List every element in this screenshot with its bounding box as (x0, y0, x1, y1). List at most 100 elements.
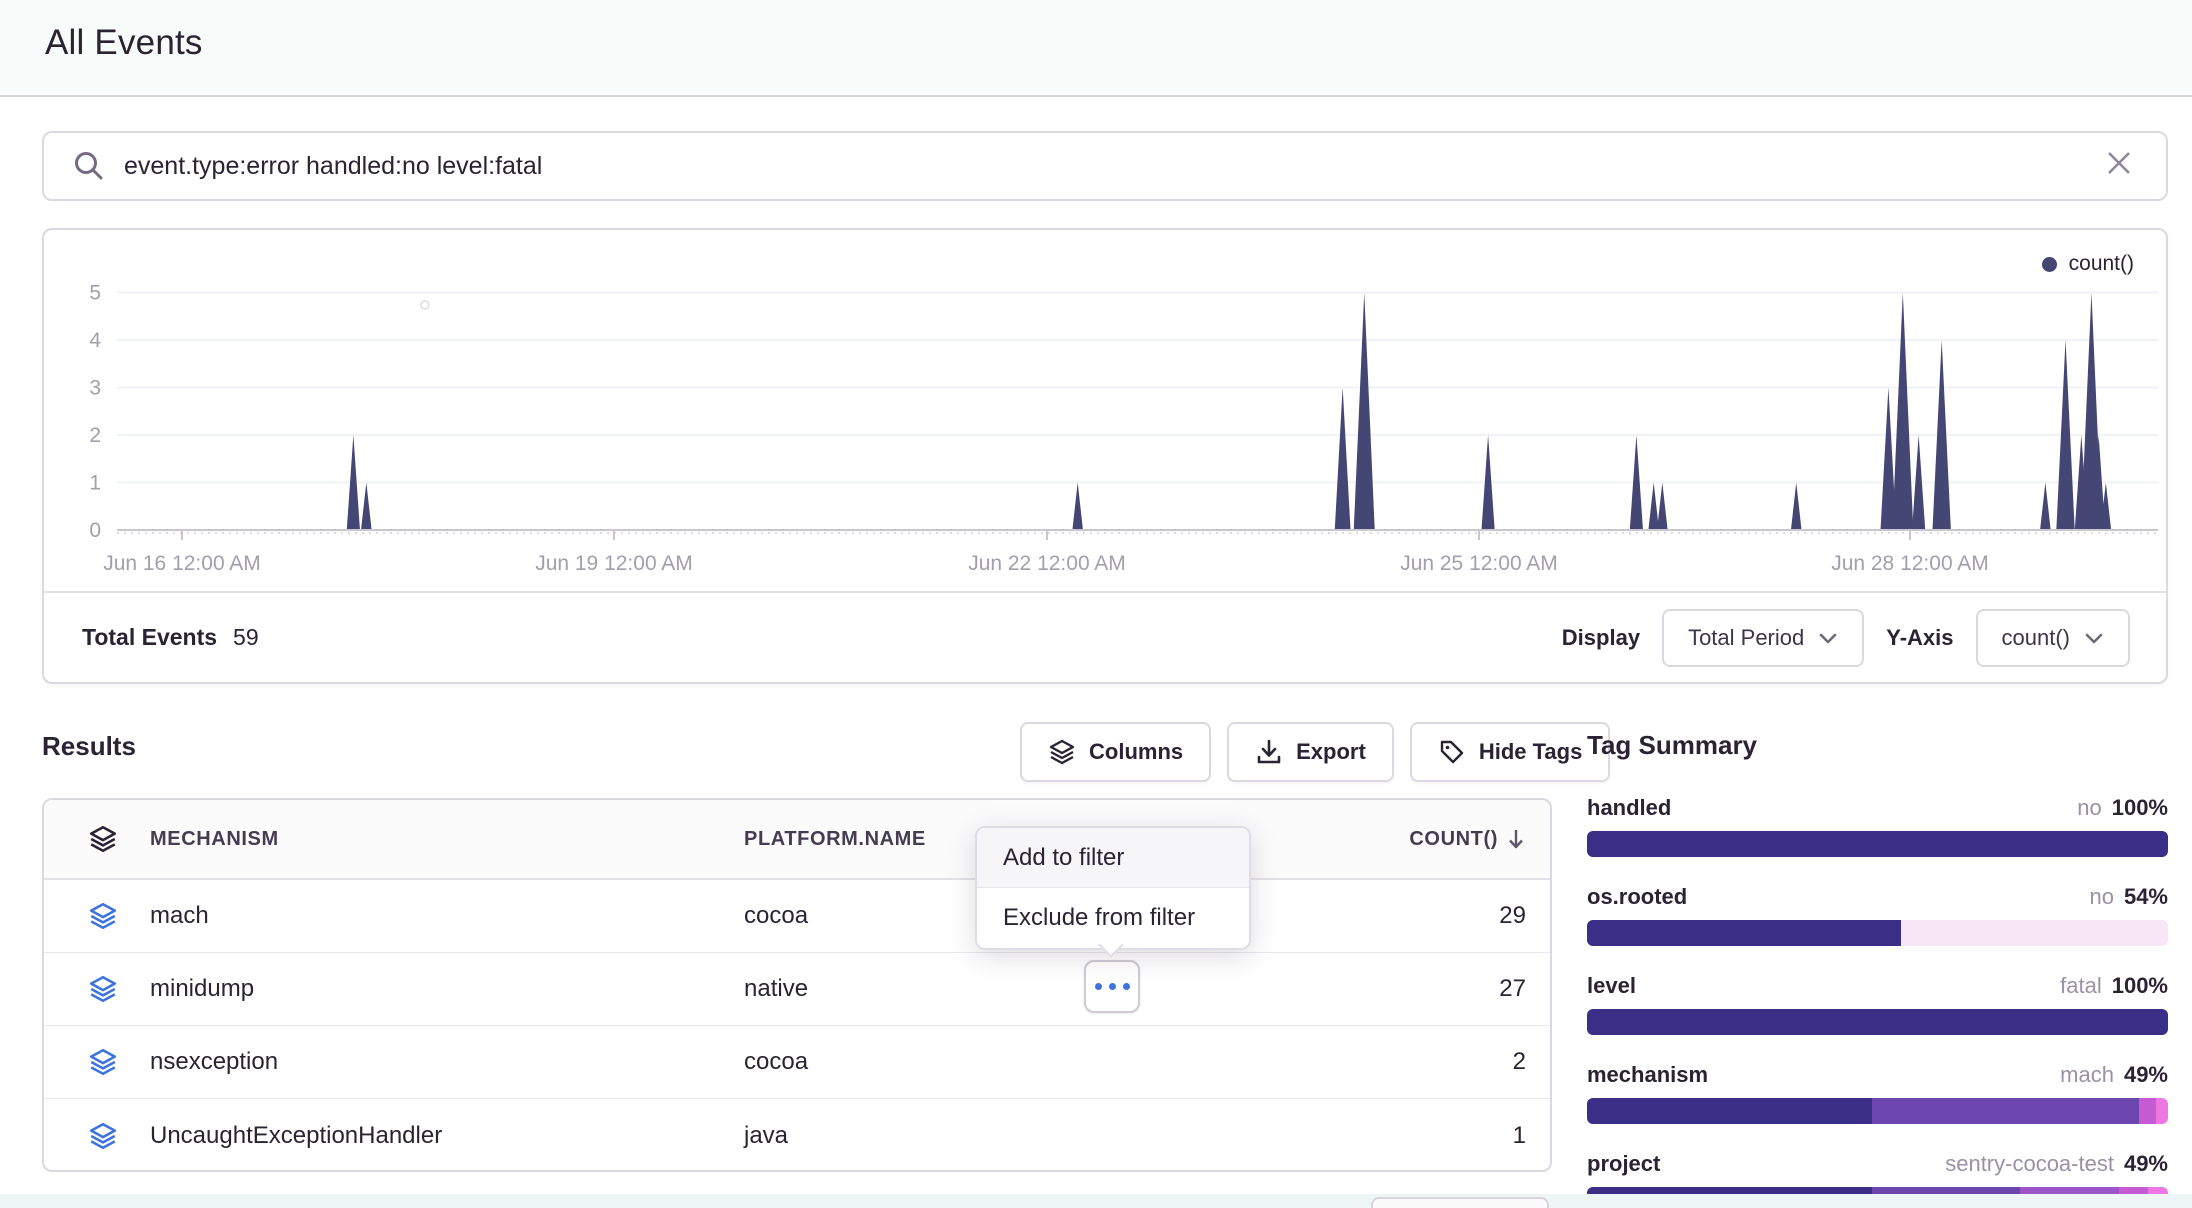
layers-icon (88, 901, 150, 931)
layers-icon (88, 1047, 150, 1077)
search-input[interactable]: event.type:error handled:no level:fatal (124, 152, 2100, 181)
sort-desc-icon (1506, 827, 1526, 851)
cell-count[interactable]: 29 (1376, 902, 1526, 930)
cell-mechanism[interactable]: UncaughtExceptionHandler (150, 1122, 744, 1150)
results-heading: Results (42, 731, 136, 762)
column-header-count[interactable]: COUNT() (1376, 827, 1526, 851)
columns-button[interactable]: Columns (1020, 722, 1211, 782)
svg-text:Jun 25 12:00 AM: Jun 25 12:00 AM (1400, 552, 1558, 575)
results-table: MECHANISM PLATFORM.NAME COUNT() mach coc… (42, 798, 1552, 1172)
tag-name: level (1587, 973, 1636, 999)
svg-text:Jun 19 12:00 AM: Jun 19 12:00 AM (535, 552, 693, 575)
tag-bar-segment[interactable] (1587, 831, 2168, 857)
menu-item-add-to-filter[interactable]: Add to filter (977, 828, 1249, 888)
cell-count[interactable]: 2 (1376, 1048, 1526, 1076)
layers-icon (1048, 738, 1076, 766)
all-events-page: All Events event.type:error handled:no l… (0, 0, 2192, 1208)
yaxis-dropdown[interactable]: count() (1976, 609, 2130, 667)
tag-top-value: no (2089, 884, 2113, 910)
table-row[interactable]: nsexception cocoa 2 (44, 1026, 1550, 1099)
svg-text:2: 2 (89, 424, 101, 447)
tag-summary-heading: Tag Summary (1587, 730, 2168, 761)
tag-summary-panel: Tag Summary handled no 100% os.rooted no… (1587, 730, 2168, 1208)
events-chart-panel: 012345Jun 16 12:00 AMJun 19 12:00 AMJun … (42, 228, 2168, 684)
download-icon (1255, 738, 1283, 766)
columns-button-label: Columns (1089, 739, 1183, 765)
total-events-value: 59 (233, 624, 259, 651)
cell-platform[interactable]: native (744, 975, 1376, 1003)
chart-controls: Display Total Period Y-Axis count() (1562, 609, 2130, 667)
cell-platform[interactable]: cocoa (744, 1048, 1376, 1076)
svg-text:Jun 16 12:00 AM: Jun 16 12:00 AM (103, 552, 261, 575)
tag-top-percent: 49% (2124, 1062, 2168, 1088)
cell-context-menu: Add to filter Exclude from filter (975, 826, 1251, 950)
svg-text:Jun 28 12:00 AM: Jun 28 12:00 AM (1831, 552, 1989, 575)
yaxis-label: Y-Axis (1886, 625, 1953, 651)
tag-bar-segment[interactable] (1872, 1098, 2139, 1124)
cell-actions-button[interactable] (1084, 960, 1140, 1013)
tag-name: project (1587, 1151, 1660, 1177)
table-row[interactable]: mach cocoa 29 (44, 880, 1550, 953)
cell-mechanism[interactable]: nsexception (150, 1048, 744, 1076)
display-dropdown-value: Total Period (1688, 625, 1804, 651)
svg-text:1: 1 (89, 472, 101, 495)
tag-item-level: level fatal 100% (1587, 973, 2168, 1035)
tag-name: mechanism (1587, 1062, 1708, 1088)
tag-bar-segment[interactable] (2139, 1098, 2156, 1124)
tag-distribution-bar[interactable] (1587, 1098, 2168, 1124)
cell-platform[interactable]: java (744, 1122, 1376, 1150)
tag-bar-segment[interactable] (1587, 1098, 1872, 1124)
hide-tags-button[interactable]: Hide Tags (1410, 722, 1611, 782)
hide-tags-button-label: Hide Tags (1479, 739, 1583, 765)
tag-distribution-bar[interactable] (1587, 920, 2168, 946)
cell-mechanism[interactable]: mach (150, 902, 744, 930)
layers-icon (88, 974, 150, 1004)
total-events-label: Total Events (82, 624, 217, 651)
svg-text:0: 0 (89, 519, 101, 542)
tag-top-value: fatal (2060, 973, 2102, 999)
stray-point-marker (420, 300, 430, 310)
tag-bar-segment[interactable] (1587, 1009, 2168, 1035)
export-button[interactable]: Export (1227, 722, 1394, 782)
tag-item-os-rooted: os.rooted no 54% (1587, 884, 2168, 946)
tag-name: handled (1587, 795, 1671, 821)
tag-item-handled: handled no 100% (1587, 795, 2168, 857)
tag-top-value: no (2077, 795, 2101, 821)
tag-distribution-bar[interactable] (1587, 1009, 2168, 1035)
page-title: All Events (45, 23, 203, 63)
cell-count[interactable]: 27 (1376, 975, 1526, 1003)
tag-top-value: mach (2060, 1062, 2114, 1088)
tag-bar-segment[interactable] (1901, 920, 2168, 946)
chart-footer: Total Events 59 Display Total Period Y-A… (44, 591, 2166, 682)
tag-name: os.rooted (1587, 884, 1687, 910)
svg-text:5: 5 (89, 282, 101, 305)
svg-text:Jun 22 12:00 AM: Jun 22 12:00 AM (968, 552, 1126, 575)
legend-label: count() (2069, 252, 2134, 276)
search-clear-icon[interactable] (2100, 146, 2138, 186)
page-header: All Events (0, 0, 2192, 97)
pagination-button[interactable] (1371, 1197, 1549, 1208)
tag-top-percent: 100% (2112, 973, 2168, 999)
search-bar[interactable]: event.type:error handled:no level:fatal (42, 131, 2168, 201)
tag-top-percent: 49% (2124, 1151, 2168, 1177)
ellipsis-icon (1109, 983, 1116, 990)
tag-top-percent: 100% (2112, 795, 2168, 821)
tag-bar-segment[interactable] (2156, 1098, 2168, 1124)
tag-distribution-bar[interactable] (1587, 831, 2168, 857)
layers-icon (88, 824, 150, 854)
table-row[interactable]: minidump native 27 (44, 953, 1550, 1026)
display-dropdown[interactable]: Total Period (1662, 609, 1864, 667)
export-button-label: Export (1296, 739, 1366, 765)
svg-text:4: 4 (89, 329, 101, 352)
table-header-row: MECHANISM PLATFORM.NAME COUNT() (44, 800, 1550, 880)
chart-legend[interactable]: count() (2042, 252, 2134, 276)
table-row[interactable]: UncaughtExceptionHandler java 1 (44, 1099, 1550, 1172)
tag-bar-segment[interactable] (1587, 920, 1901, 946)
cell-mechanism[interactable]: minidump (150, 975, 744, 1003)
cell-count[interactable]: 1 (1376, 1122, 1526, 1150)
tag-top-percent: 54% (2124, 884, 2168, 910)
legend-dot-icon (2042, 257, 2057, 272)
events-area-chart[interactable]: 012345Jun 16 12:00 AMJun 19 12:00 AMJun … (44, 230, 2166, 595)
column-header-mechanism[interactable]: MECHANISM (150, 828, 744, 851)
results-toolbar: Columns Export Hide Tags (1020, 722, 1610, 782)
